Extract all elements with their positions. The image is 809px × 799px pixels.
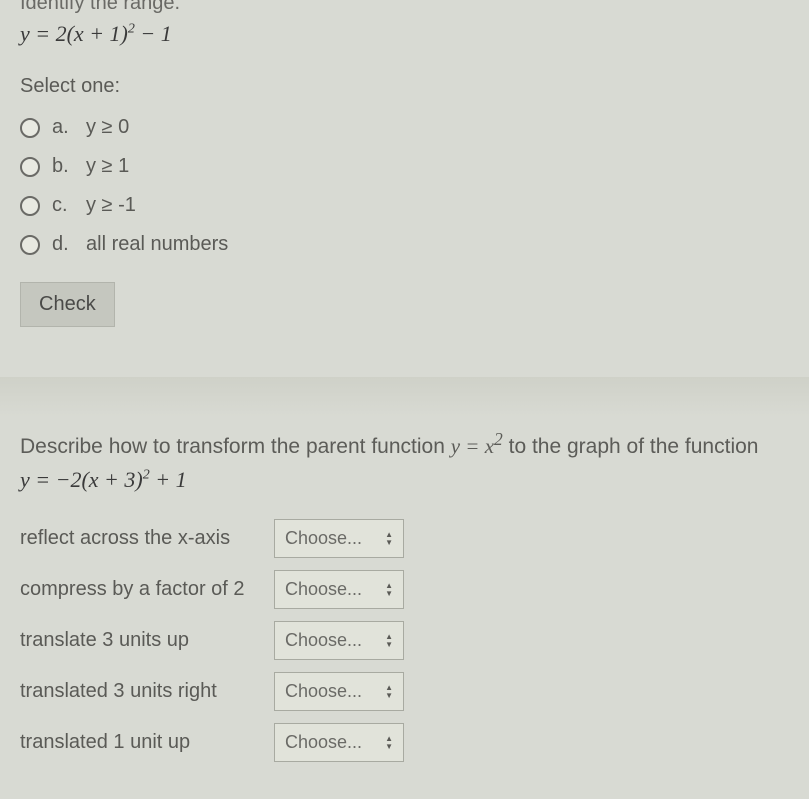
option-text: y ≥ -1 bbox=[86, 194, 136, 217]
select-placeholder: Choose... bbox=[285, 528, 362, 549]
match-row: translated 1 unit up Choose... ▲▼ bbox=[20, 723, 789, 762]
q2-prompt-suffix: to the graph of the function bbox=[503, 435, 759, 458]
match-row: translate 3 units up Choose... ▲▼ bbox=[20, 621, 789, 660]
updown-icon: ▲▼ bbox=[385, 633, 393, 649]
option-c[interactable]: c. y ≥ -1 bbox=[20, 186, 789, 225]
select-placeholder: Choose... bbox=[285, 579, 362, 600]
option-letter: b. bbox=[52, 155, 74, 178]
choose-select[interactable]: Choose... ▲▼ bbox=[274, 570, 404, 609]
section-divider bbox=[0, 377, 809, 417]
q2-parent-fn: y = x2 bbox=[451, 434, 503, 458]
q1-equation: y = 2(x + 1)2 − 1 bbox=[20, 21, 789, 47]
q2-equation: y = −2(x + 3)2 + 1 bbox=[20, 467, 789, 493]
select-placeholder: Choose... bbox=[285, 681, 362, 702]
option-a[interactable]: a. y ≥ 0 bbox=[20, 108, 789, 147]
updown-icon: ▲▼ bbox=[385, 684, 393, 700]
updown-icon: ▲▼ bbox=[385, 582, 393, 598]
match-label: compress by a factor of 2 bbox=[20, 578, 274, 601]
radio-icon[interactable] bbox=[20, 196, 40, 216]
match-label: translate 3 units up bbox=[20, 629, 274, 652]
select-placeholder: Choose... bbox=[285, 732, 362, 753]
choose-select[interactable]: Choose... ▲▼ bbox=[274, 621, 404, 660]
q2-prompt-prefix: Describe how to transform the parent fun… bbox=[20, 435, 451, 458]
q2-prompt: Describe how to transform the parent fun… bbox=[20, 429, 789, 459]
option-text: y ≥ 1 bbox=[86, 155, 129, 178]
updown-icon: ▲▼ bbox=[385, 531, 393, 547]
choose-select[interactable]: Choose... ▲▼ bbox=[274, 519, 404, 558]
option-letter: c. bbox=[52, 194, 74, 217]
match-label: translated 1 unit up bbox=[20, 731, 274, 754]
select-placeholder: Choose... bbox=[285, 630, 362, 651]
match-row: translated 3 units right Choose... ▲▼ bbox=[20, 672, 789, 711]
match-row: reflect across the x-axis Choose... ▲▼ bbox=[20, 519, 789, 558]
select-one-label: Select one: bbox=[20, 75, 789, 98]
match-row: compress by a factor of 2 Choose... ▲▼ bbox=[20, 570, 789, 609]
q1-heading-cutoff: Identify the range. bbox=[20, 0, 789, 15]
option-letter: d. bbox=[52, 233, 74, 256]
check-button[interactable]: Check bbox=[20, 282, 115, 327]
option-text: all real numbers bbox=[86, 233, 228, 256]
updown-icon: ▲▼ bbox=[385, 735, 393, 751]
option-d[interactable]: d. all real numbers bbox=[20, 225, 789, 264]
option-letter: a. bbox=[52, 116, 74, 139]
radio-icon[interactable] bbox=[20, 118, 40, 138]
option-text: y ≥ 0 bbox=[86, 116, 129, 139]
choose-select[interactable]: Choose... ▲▼ bbox=[274, 672, 404, 711]
match-label: reflect across the x-axis bbox=[20, 527, 274, 550]
radio-icon[interactable] bbox=[20, 235, 40, 255]
match-label: translated 3 units right bbox=[20, 680, 274, 703]
radio-icon[interactable] bbox=[20, 157, 40, 177]
choose-select[interactable]: Choose... ▲▼ bbox=[274, 723, 404, 762]
option-b[interactable]: b. y ≥ 1 bbox=[20, 147, 789, 186]
